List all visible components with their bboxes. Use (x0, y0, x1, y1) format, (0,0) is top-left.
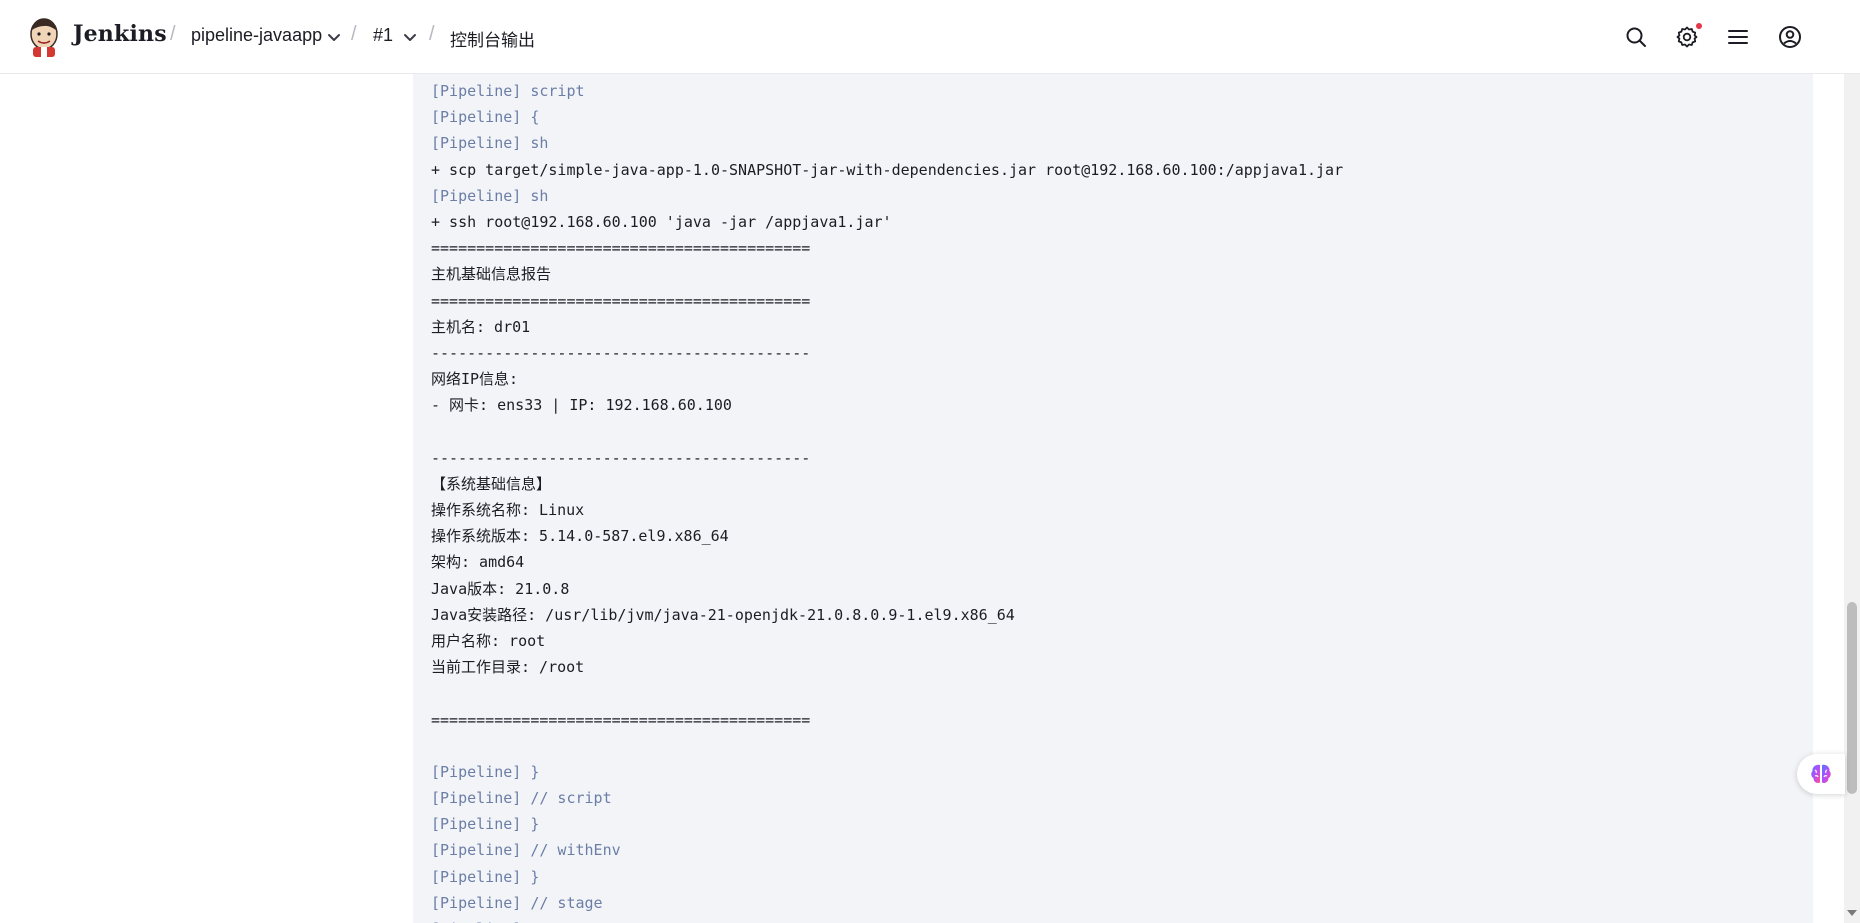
console-output-line: Java版本: 21.0.8 (431, 579, 570, 598)
settings-icon[interactable] (1675, 25, 1699, 49)
breadcrumb-console-output: 控制台输出 (450, 31, 535, 50)
brand-name[interactable]: Jenkins (73, 21, 167, 47)
console-output-line: 用户名称: root (431, 631, 546, 650)
pipeline-step-line: [Pipeline] // withEnv (431, 841, 621, 860)
brain-icon (1811, 764, 1831, 783)
scrollbar-thumb[interactable] (1847, 602, 1857, 794)
console-output-line: 操作系统名称: Linux (431, 501, 585, 519)
pipeline-step-line: [Pipeline] script (431, 82, 585, 100)
console-output-line: ----------------------------------------… (431, 343, 811, 362)
console-output-line: 主机基础信息报告 (431, 265, 552, 284)
breadcrumb-separator: / (351, 23, 357, 45)
assistant-floating-button[interactable] (1797, 754, 1845, 794)
search-icon[interactable] (1624, 25, 1648, 49)
menu-icon[interactable] (1726, 25, 1750, 49)
console-output-line: ========================================… (431, 710, 811, 729)
scrollbar-track[interactable] (1844, 74, 1860, 923)
chevron-down-icon[interactable] (401, 29, 419, 47)
pipeline-step-line: [Pipeline] stage (431, 916, 1343, 923)
notification-dot (1696, 23, 1702, 29)
breadcrumb-separator: / (170, 23, 176, 45)
console-output-line: 当前工作目录: /root (431, 658, 585, 677)
pipeline-step-line: [Pipeline] } (431, 867, 540, 886)
console-output-line: + ssh root@192.168.60.100 'java -jar /ap… (431, 212, 892, 231)
console-output-line: 网络IP信息: (431, 370, 519, 389)
console-output-line: Java安装路径: /usr/lib/jvm/java-21-openjdk-2… (431, 605, 1015, 624)
pipeline-step-line: [Pipeline] } (431, 762, 540, 781)
pipeline-step-line: [Pipeline] { (431, 108, 540, 127)
breadcrumb-separator: / (429, 23, 435, 45)
top-header: Jenkins / pipeline-javaapp / #1 / 控制台输出 (0, 0, 1860, 74)
pipeline-step-line: [Pipeline] sh (431, 186, 549, 205)
console-output-line: 架构: amd64 (431, 553, 525, 572)
console-output-panel: [Pipeline] script [Pipeline] { [Pipeline] … (413, 74, 1813, 923)
pipeline-step-line: [Pipeline] sh (431, 134, 549, 153)
console-output-line: 【系统基础信息】 (431, 474, 552, 493)
pipeline-step-line: [Pipeline] } (431, 815, 540, 834)
console-output-line (431, 733, 1343, 759)
pipeline-step-line: [Pipeline] // script (431, 789, 612, 808)
console-lines: [Pipeline] script [Pipeline] { [Pipeline] … (431, 78, 1343, 923)
breadcrumb-job[interactable]: pipeline-javaapp (191, 25, 322, 46)
account-icon[interactable] (1778, 25, 1802, 49)
console-output-line: 主机名: dr01 (431, 317, 531, 336)
console-output-line: ----------------------------------------… (431, 448, 811, 467)
console-output-line: 操作系统版本: 5.14.0-587.el9.x86_64 (431, 527, 729, 546)
pipeline-step-line: [Pipeline] // stage (431, 893, 603, 912)
jenkins-logo[interactable] (27, 16, 61, 58)
console-output-line: ========================================… (431, 291, 811, 310)
console-output-line: ========================================… (431, 239, 811, 258)
breadcrumb-build[interactable]: #1 (373, 25, 393, 46)
console-output-line: - 网卡: ens33 | IP: 192.168.60.100 (431, 396, 732, 415)
console-output-line (431, 418, 1343, 444)
scroll-down-arrow-icon[interactable] (1847, 910, 1857, 916)
chevron-down-icon[interactable] (325, 29, 343, 47)
console-output-line (431, 680, 1343, 706)
console-output-line: + scp target/simple-java-app-1.0-SNAPSHO… (431, 160, 1344, 179)
